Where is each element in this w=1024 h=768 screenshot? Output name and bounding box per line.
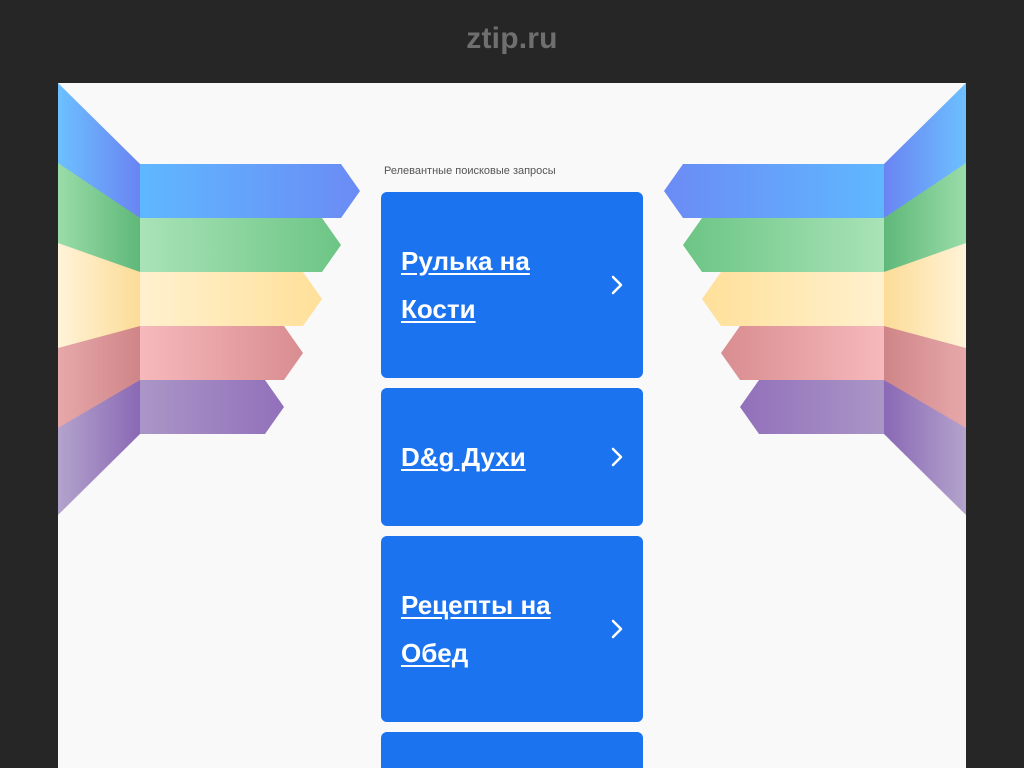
site-title: ztip.ru [466,22,558,55]
page-panel: Релевантные поисковые запросы Рулька на … [58,83,966,768]
chevron-right-icon [611,619,623,639]
chevron-right-icon [611,447,623,467]
related-link-card[interactable]: Рецепты на Обед [381,536,643,722]
related-link-text[interactable]: Рулька на Кости [401,237,591,333]
related-link-card[interactable] [381,732,643,768]
right-wing [664,83,966,515]
related-link-card[interactable]: D&g Духи [381,388,643,526]
top-bar: ztip.ru [0,0,1024,83]
related-link-text[interactable]: D&g Духи [401,433,591,481]
left-wing [58,83,360,515]
related-searches-label: Релевантные поисковые запросы [384,165,556,177]
chevron-right-icon [611,275,623,295]
related-link-text[interactable]: Рецепты на Обед [401,581,591,677]
related-link-card[interactable]: Рулька на Кости [381,192,643,378]
